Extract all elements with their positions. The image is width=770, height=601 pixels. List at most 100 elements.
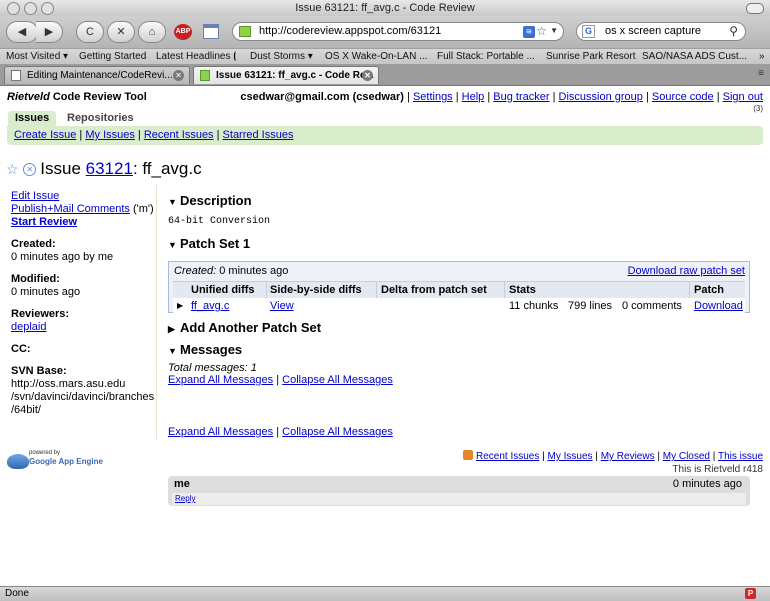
window-minimize-button[interactable]	[24, 2, 37, 15]
rss-feed-icon[interactable]: ≋	[523, 26, 535, 38]
tab-list-menu-icon[interactable]: ≡	[758, 68, 764, 79]
table-row: ▶ ff_avg.c View 11 chunks 799 lines 0 co…	[173, 298, 745, 313]
adblock-icon[interactable]: ABP	[174, 24, 192, 40]
download-raw-patchset-link[interactable]: Download raw patch set	[628, 265, 745, 277]
footer-my-closed-link[interactable]: My Closed	[663, 451, 710, 462]
url-history-dropdown-icon[interactable]: ▼	[550, 26, 558, 35]
bookmark-wake-on-lan[interactable]: OS X Wake-On-LAN ...	[325, 51, 427, 62]
search-input[interactable]: os x screen capture	[605, 25, 701, 37]
create-issue-link[interactable]: Create Issue	[14, 129, 76, 141]
search-engine-icon[interactable]: G	[582, 25, 595, 38]
description-heading: Description	[180, 193, 252, 208]
tab-close-icon[interactable]: ✕	[173, 70, 184, 81]
bug-tracker-link[interactable]: Bug tracker	[493, 91, 549, 103]
bookmark-getting-started[interactable]: Getting Started	[79, 51, 146, 62]
patchset-created-label: Created:	[174, 265, 217, 277]
my-issues-link[interactable]: My Issues	[85, 129, 135, 141]
collapse-all-messages-link[interactable]: Collapse All Messages	[282, 374, 393, 386]
source-code-link[interactable]: Source code	[652, 91, 714, 103]
tab-issue-63121[interactable]: Issue 63121: ff_avg.c - Code Re... ✕	[193, 66, 379, 84]
search-bar[interactable]: G os x screen capture ⚲	[576, 22, 746, 41]
footer-my-issues-link[interactable]: My Issues	[548, 451, 593, 462]
svn-base-line3: /64bit/	[11, 404, 41, 416]
message-author: me	[174, 478, 190, 490]
col-delta: Delta from patch set	[381, 284, 487, 296]
patchset-toggle[interactable]: ▼ Patch Set 1	[168, 236, 250, 251]
toolbar-toggle-button[interactable]	[746, 3, 764, 14]
addon-status-icon[interactable]: P	[745, 588, 756, 599]
url-input[interactable]: http://codereview.appspot.com/63121	[259, 25, 441, 37]
footer-recent-issues-link[interactable]: Recent Issues	[476, 451, 539, 462]
stats-comments: 0 comments	[622, 300, 682, 312]
expand-all-messages-link[interactable]: Expand All Messages	[168, 374, 273, 386]
start-review-link[interactable]: Start Review	[11, 216, 156, 229]
stats-chunks: 11 chunks	[509, 300, 559, 312]
tab-issues[interactable]: Issues	[8, 111, 57, 127]
expanded-triangle-icon: ▼	[168, 197, 177, 207]
col-side-by-side: Side-by-side diffs	[270, 284, 362, 296]
bookmark-star-icon[interactable]: ☆	[536, 24, 547, 38]
calendar-icon[interactable]	[203, 24, 219, 39]
close-issue-icon[interactable]: ✕	[23, 163, 37, 176]
collapse-all-messages-link[interactable]: Collapse All Messages	[282, 426, 393, 438]
issue-prefix: Issue	[40, 159, 86, 178]
expand-all-messages-link[interactable]: Expand All Messages	[168, 426, 273, 438]
bookmarks-overflow-button[interactable]: »	[759, 51, 765, 62]
window-titlebar: Issue 63121: ff_avg.c - Code Review	[0, 0, 770, 16]
recent-issues-link[interactable]: Recent Issues	[144, 129, 214, 141]
footer-this-issue-link[interactable]: This issue	[718, 451, 763, 462]
add-patchset-toggle[interactable]: ▶ Add Another Patch Set	[168, 320, 321, 335]
site-favicon-icon	[239, 26, 251, 37]
tab-editing-maintenance[interactable]: Editing Maintenance/CodeRevi... ✕	[4, 66, 190, 84]
issue-number-link[interactable]: 63121	[86, 159, 133, 178]
download-patch-link[interactable]: Download	[694, 300, 743, 312]
star-icon[interactable]: ☆	[6, 161, 19, 177]
tab-close-icon[interactable]: ✕	[362, 70, 373, 81]
app-engine-logo[interactable]: powered by Google App Engine	[7, 449, 107, 473]
collapsed-triangle-icon: ▶	[168, 324, 175, 334]
bookmark-latest-headlines[interactable]: Latest Headlines ⦗	[156, 51, 237, 62]
publish-row: Publish+Mail Comments ('m')	[11, 203, 156, 216]
reviewer-link[interactable]: deplaid	[11, 321, 156, 334]
description-toggle[interactable]: ▼ Description	[168, 193, 252, 208]
bookmark-sunrise-park[interactable]: Sunrise Park Resort	[546, 51, 635, 62]
rss-feed-icon[interactable]	[462, 450, 473, 460]
status-text: Done	[5, 588, 29, 599]
publish-mail-link[interactable]: Publish+Mail Comments	[11, 203, 130, 215]
forward-button[interactable]: ▶	[36, 21, 63, 43]
user-email: csedwar@gmail.com (csedwar)	[240, 91, 404, 103]
home-button[interactable]: ⌂	[138, 21, 166, 43]
magnifier-icon[interactable]: ⚲	[729, 24, 738, 38]
url-bar[interactable]: http://codereview.appspot.com/63121 ≋ ☆ …	[232, 22, 564, 41]
row-expand-icon[interactable]: ▶	[177, 301, 183, 310]
reload-button[interactable]: C	[76, 21, 104, 43]
help-link[interactable]: Help	[462, 91, 485, 103]
message-reply-bar: Reply	[172, 493, 746, 505]
back-button[interactable]: ◀	[6, 21, 38, 43]
bookmark-dust-storms[interactable]: Dust Storms ▾	[250, 51, 313, 62]
discussion-group-link[interactable]: Discussion group	[559, 91, 643, 103]
window-close-button[interactable]	[7, 2, 20, 15]
edit-issue-link[interactable]: Edit Issue	[11, 190, 156, 203]
tab-repositories[interactable]: Repositories	[60, 111, 141, 127]
starred-issues-link[interactable]: Starred Issues	[223, 129, 294, 141]
view-link[interactable]: View	[270, 300, 294, 312]
footer-my-reviews-link[interactable]: My Reviews	[601, 451, 655, 462]
messages-toggle[interactable]: ▼ Messages	[168, 342, 242, 357]
issue-name: : ff_avg.c	[132, 159, 202, 178]
bookmark-nasa-ads[interactable]: SAO/NASA ADS Cust...	[642, 51, 747, 62]
message-item[interactable]: me 0 minutes ago Reply	[168, 476, 750, 506]
window-zoom-button[interactable]	[41, 2, 54, 15]
bookmark-most-visited[interactable]: Most Visited ▾	[6, 51, 68, 62]
file-link[interactable]: ff_avg.c	[191, 300, 229, 312]
browser-toolbar: ◀ ▶ C ✕ ⌂ ABP http://codereview.appspot.…	[0, 16, 770, 48]
sign-out-link[interactable]: Sign out	[723, 91, 763, 103]
reply-link[interactable]: Reply	[175, 494, 195, 503]
footer-links: Recent Issues | My Issues | My Reviews |…	[462, 450, 763, 462]
add-patchset-heading: Add Another Patch Set	[180, 320, 322, 335]
bookmark-full-stack[interactable]: Full Stack: Portable ...	[437, 51, 535, 62]
settings-link[interactable]: Settings	[413, 91, 453, 103]
stop-button[interactable]: ✕	[107, 21, 135, 43]
app-engine-text: Google App Engine	[29, 457, 103, 466]
patchset-box: Created: 0 minutes ago Download raw patc…	[168, 261, 750, 313]
